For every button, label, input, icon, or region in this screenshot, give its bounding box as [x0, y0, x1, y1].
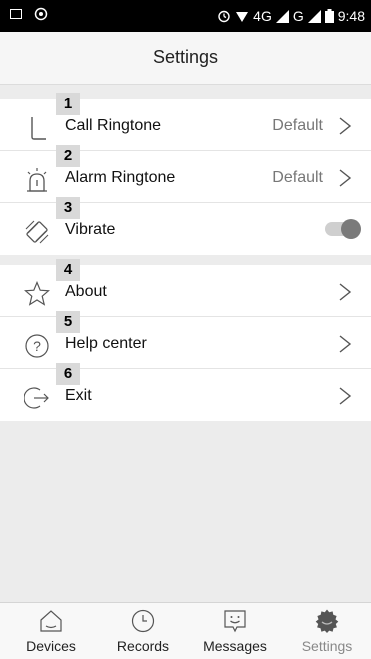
data-saver-icon — [236, 12, 249, 22]
about-label: About — [65, 283, 107, 300]
chevron-right-icon — [339, 335, 352, 353]
alarm-icon — [27, 168, 47, 192]
row-number-badge: 3 — [56, 197, 80, 219]
network-type-g: G — [292, 8, 304, 24]
row-number-badge: 5 — [56, 311, 80, 333]
call-ringtone-row[interactable]: 1 Call Ringtone Default — [0, 93, 371, 151]
chevron-right-icon — [339, 169, 352, 187]
settings-section-sound: 1 Call Ringtone Default 2 Alarm Ringtone… — [0, 93, 371, 255]
battery-icon — [324, 9, 334, 23]
tab-label: Settings — [301, 638, 353, 654]
row-number-badge: 4 — [56, 259, 80, 281]
about-row[interactable]: 4 About — [0, 259, 371, 317]
row-number-badge: 1 — [56, 93, 80, 115]
vibrate-row: 3 Vibrate — [0, 197, 371, 255]
bottom-tab-bar: Devices Records Messages Settings — [0, 602, 371, 659]
exit-icon — [24, 387, 49, 409]
status-bar: 4G G 9:48 — [0, 0, 371, 32]
alarm-status-icon — [218, 10, 230, 23]
alarm-ringtone-row[interactable]: 2 Alarm Ringtone Default — [0, 145, 371, 203]
tab-settings[interactable]: Settings — [281, 603, 371, 659]
clock-icon — [131, 609, 155, 633]
exit-row[interactable]: 6 Exit — [0, 363, 371, 421]
vibrate-icon — [25, 220, 49, 244]
page-title: Settings — [152, 47, 219, 67]
alarm-ringtone-value: Default — [272, 169, 323, 186]
star-icon — [24, 281, 50, 306]
toggle-knob — [341, 219, 361, 239]
home-icon — [40, 610, 62, 632]
tab-label: Messages — [203, 638, 267, 654]
chevron-right-icon — [339, 283, 352, 301]
help-center-row[interactable]: 5 ? Help center — [0, 311, 371, 369]
row-number-badge: 6 — [56, 363, 80, 385]
alarm-ringtone-label: Alarm Ringtone — [65, 169, 176, 186]
svg-text:?: ? — [33, 338, 41, 354]
network-type-4g: 4G — [253, 8, 272, 24]
tab-label: Records — [116, 638, 170, 654]
row-number-badge: 2 — [56, 145, 80, 167]
signal-strength-icon — [275, 9, 289, 23]
app-header: Settings — [0, 32, 371, 85]
gear-icon — [315, 609, 339, 633]
gallery-notification-icon — [10, 9, 22, 19]
signal-strength-2-icon — [307, 9, 321, 23]
clock-time: 9:48 — [337, 8, 365, 24]
message-icon — [224, 610, 246, 633]
tab-devices[interactable]: Devices — [5, 603, 97, 659]
help-center-label: Help center — [65, 335, 147, 352]
tab-label: Devices — [26, 638, 76, 654]
call-ringtone-value: Default — [272, 117, 323, 134]
phone-ringtone-icon — [31, 117, 46, 140]
vibrate-toggle[interactable] — [325, 219, 361, 239]
tab-records[interactable]: Records — [97, 603, 189, 659]
chevron-right-icon — [339, 387, 352, 405]
hotspot-notification-icon — [34, 7, 48, 21]
settings-section-info: 4 About 5 ? Help center 6 Exit — [0, 259, 371, 421]
tab-messages[interactable]: Messages — [189, 603, 281, 659]
vibrate-label: Vibrate — [65, 221, 116, 238]
call-ringtone-label: Call Ringtone — [65, 117, 162, 134]
chevron-right-icon — [339, 117, 352, 135]
question-icon: ? — [25, 334, 49, 358]
exit-label: Exit — [65, 387, 92, 404]
